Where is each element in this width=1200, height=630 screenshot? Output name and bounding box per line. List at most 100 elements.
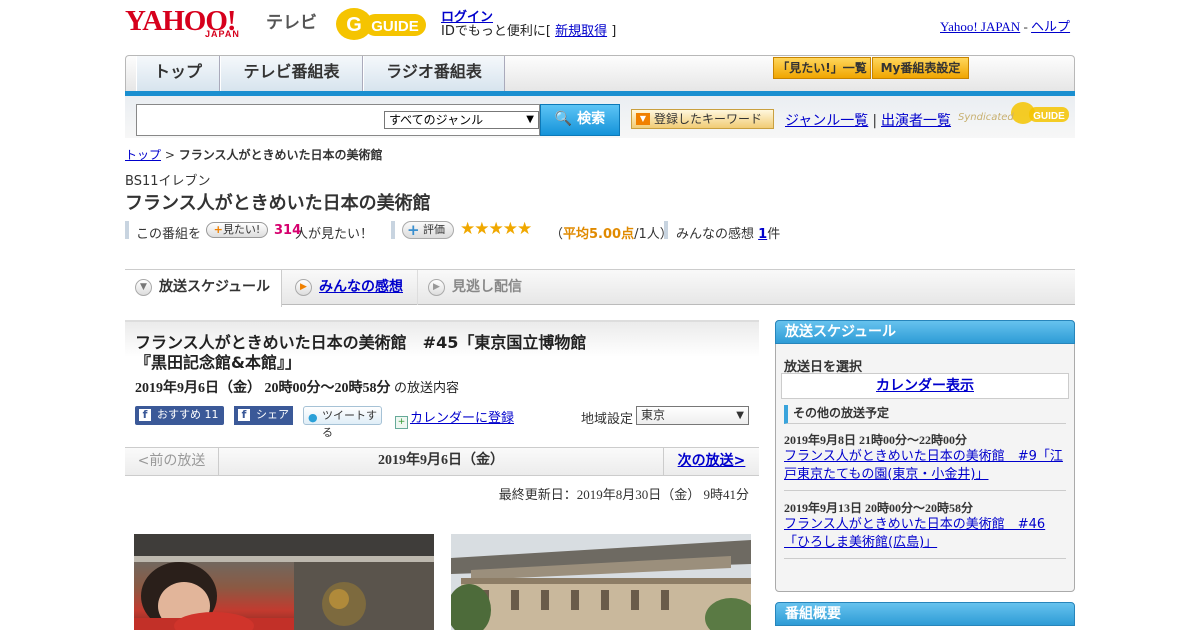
episode-datetime: 2019年9月6日（金） 20時00分～20時58分 の放送内容 — [135, 377, 459, 397]
plus-icon: + — [407, 221, 420, 239]
gguide-logo[interactable]: G GUIDE — [334, 6, 432, 42]
mitai-button-label: 見たい! — [222, 223, 261, 236]
other-broadcasts-heading: その他の放送予定 — [784, 405, 1066, 424]
mitai-list-button[interactable]: 「見たい!」一覧 — [773, 57, 871, 79]
other-broadcast-link[interactable]: フランス人がときめいた日本の美術館 #46「ひろしま美術館(広島)」 — [784, 516, 1066, 552]
other-broadcast-datetime: 2019年9月13日 20時00分～20時58分 — [784, 501, 974, 515]
other-broadcast-datetime: 2019年9月8日 21時00分～22時00分 — [784, 433, 968, 447]
facebook-share-label: シェア — [256, 408, 289, 421]
next-broadcast-link[interactable]: 次の放送> — [663, 447, 759, 476]
login-prompt-post: ] — [611, 24, 617, 39]
genre-select[interactable]: すべてのジャンル ▼ — [384, 111, 539, 129]
sidebar-overview-heading: 番組概要 — [775, 602, 1075, 626]
pager-current-date: 2019年9月6日（金） — [378, 453, 504, 468]
tab-reviews-label: みんなの感想 — [319, 279, 403, 295]
episode-datetime-value: 2019年9月6日（金） 20時00分～20時58分 — [135, 381, 391, 396]
breadcrumb-separator: > — [164, 148, 175, 162]
help-link[interactable]: ヘルプ — [1031, 19, 1070, 34]
syndicated-gguide-logo-text: GUIDE — [1033, 111, 1065, 122]
nav-tab-tv-schedule[interactable]: テレビ番組表 — [220, 56, 363, 91]
nav-tab-radio-schedule[interactable]: ラジオ番組表 — [363, 56, 505, 91]
search-links: ジャンル一覧 | 出演者一覧 — [785, 110, 951, 130]
add-to-calendar-link[interactable]: + カレンダーに登録 — [395, 407, 514, 429]
chevron-down-icon: ▼ — [736, 410, 744, 421]
region-select-value: 東京 — [641, 408, 666, 422]
svg-text:G: G — [346, 14, 362, 36]
mitai-prefix: この番組を — [136, 227, 202, 242]
rating-average: （平均5.00点/1人） — [550, 223, 673, 242]
sidebar-schedule-heading: 放送スケジュール — [775, 320, 1075, 344]
rating-average-value: 平均5.00点 — [563, 227, 635, 242]
genre-list-link[interactable]: ジャンル一覧 — [785, 113, 868, 129]
rating-average-open: （ — [550, 227, 564, 242]
nav-tab-top[interactable]: トップ — [136, 56, 220, 91]
episode-datetime-suffix: の放送内容 — [394, 381, 460, 396]
stat-divider — [125, 221, 129, 239]
facebook-recommend-label: おすすめ 11 — [157, 408, 219, 421]
review-count-link[interactable]: 1 — [758, 227, 767, 242]
stat-divider — [391, 221, 395, 239]
episode-image-woman — [134, 534, 434, 630]
page-title: フランス人がときめいた日本の美術館 — [125, 193, 431, 214]
rate-button-label: 評価 — [423, 223, 445, 236]
syndicated-label: Syndicated — [958, 112, 1014, 123]
review-count-suffix: 件 — [767, 227, 781, 242]
tab-broadcast-schedule-label: 放送スケジュール — [159, 279, 271, 295]
search-icon: 🔍 — [554, 111, 573, 127]
rating-stars: ★★★★★ — [460, 219, 532, 239]
registered-keywords-label: 登録したキーワード — [654, 112, 763, 126]
play-icon: ▶ — [295, 279, 312, 296]
mitai-button[interactable]: +見たい! — [206, 222, 268, 238]
tab-broadcast-schedule[interactable]: ▼ 放送スケジュール — [125, 270, 282, 307]
breadcrumb: トップ > フランス人がときめいた日本の美術館 — [125, 146, 383, 163]
facebook-recommend-button[interactable]: f おすすめ 11 — [135, 406, 224, 425]
search-links-divider: | — [872, 113, 878, 129]
breadcrumb-top-link[interactable]: トップ — [125, 148, 161, 162]
genre-select-value: すべてのジャンル — [389, 113, 484, 127]
facebook-icon: f — [238, 409, 250, 421]
review-count-label: みんなの感想 — [676, 227, 755, 242]
region-label: 地域設定 — [581, 412, 634, 427]
gguide-logo-text: GUIDE — [371, 18, 419, 35]
search-button[interactable]: 🔍 検索 — [540, 104, 620, 136]
search-button-label: 検索 — [577, 111, 606, 127]
twitter-bird-icon: ● — [308, 411, 318, 424]
tab-reviews[interactable]: ▶ みんなの感想 — [285, 270, 415, 305]
header-link-separator: - — [1023, 19, 1028, 34]
tab-catchup-label: 見逃し配信 — [452, 279, 522, 295]
cast-list-link[interactable]: 出演者一覧 — [881, 113, 951, 129]
yahoo-japan-subtext: JAPAN — [205, 29, 240, 39]
sidebar-divider — [784, 558, 1066, 559]
plus-icon: + — [213, 223, 223, 236]
previous-broadcast-link: <前の放送 — [125, 447, 219, 476]
chevron-down-icon: ▼ — [526, 114, 534, 125]
tab-catchup: ▶ 見逃し配信 — [417, 270, 557, 305]
dropdown-triangle-icon: ▼ — [636, 113, 650, 125]
signup-link[interactable]: 新規取得 — [555, 24, 607, 39]
last-updated: 最終更新日：2019年8月30日（金） 9時41分 — [498, 487, 749, 502]
tv-logo-text: テレビ — [266, 13, 317, 33]
episode-image-museum — [451, 534, 751, 630]
my-schedule-settings-button[interactable]: My番組表設定 — [872, 57, 969, 79]
other-broadcast-link[interactable]: フランス人がときめいた日本の美術館 #9「江戸東京たてもの園(東京・小金井)」 — [784, 448, 1066, 484]
header-links: Yahoo! JAPAN - ヘルプ — [940, 16, 1070, 35]
login-prompt: IDでもっと便利に[ 新規取得 ] — [441, 20, 616, 39]
program-subtabs: ▼ 放送スケジュール ▶ みんなの感想 ▶ 見逃し配信 — [125, 269, 1075, 307]
rate-button[interactable]: + 評価 — [402, 221, 454, 239]
login-prompt-pre: IDでもっと便利に[ — [441, 24, 551, 39]
calendar-icon: + — [395, 416, 408, 429]
facebook-icon: f — [139, 409, 151, 421]
mitai-suffix: 人が見たい！ — [295, 227, 374, 242]
sidebar-divider — [784, 490, 1066, 491]
tweet-button[interactable]: ● ツイートする — [303, 406, 382, 439]
show-calendar-link[interactable]: カレンダー表示 — [781, 373, 1069, 399]
review-count: みんなの感想 1件 — [676, 223, 780, 242]
stat-divider — [664, 221, 668, 239]
channel-name: BS11イレブン — [125, 174, 211, 189]
breadcrumb-current: フランス人がときめいた日本の美術館 — [178, 148, 383, 162]
region-select[interactable]: 東京 ▼ — [636, 406, 749, 425]
play-icon: ▶ — [428, 279, 445, 296]
facebook-share-button[interactable]: f シェア — [234, 406, 293, 425]
yahoo-japan-link[interactable]: Yahoo! JAPAN — [940, 19, 1020, 34]
registered-keywords-button[interactable]: ▼ 登録したキーワード — [631, 109, 774, 129]
